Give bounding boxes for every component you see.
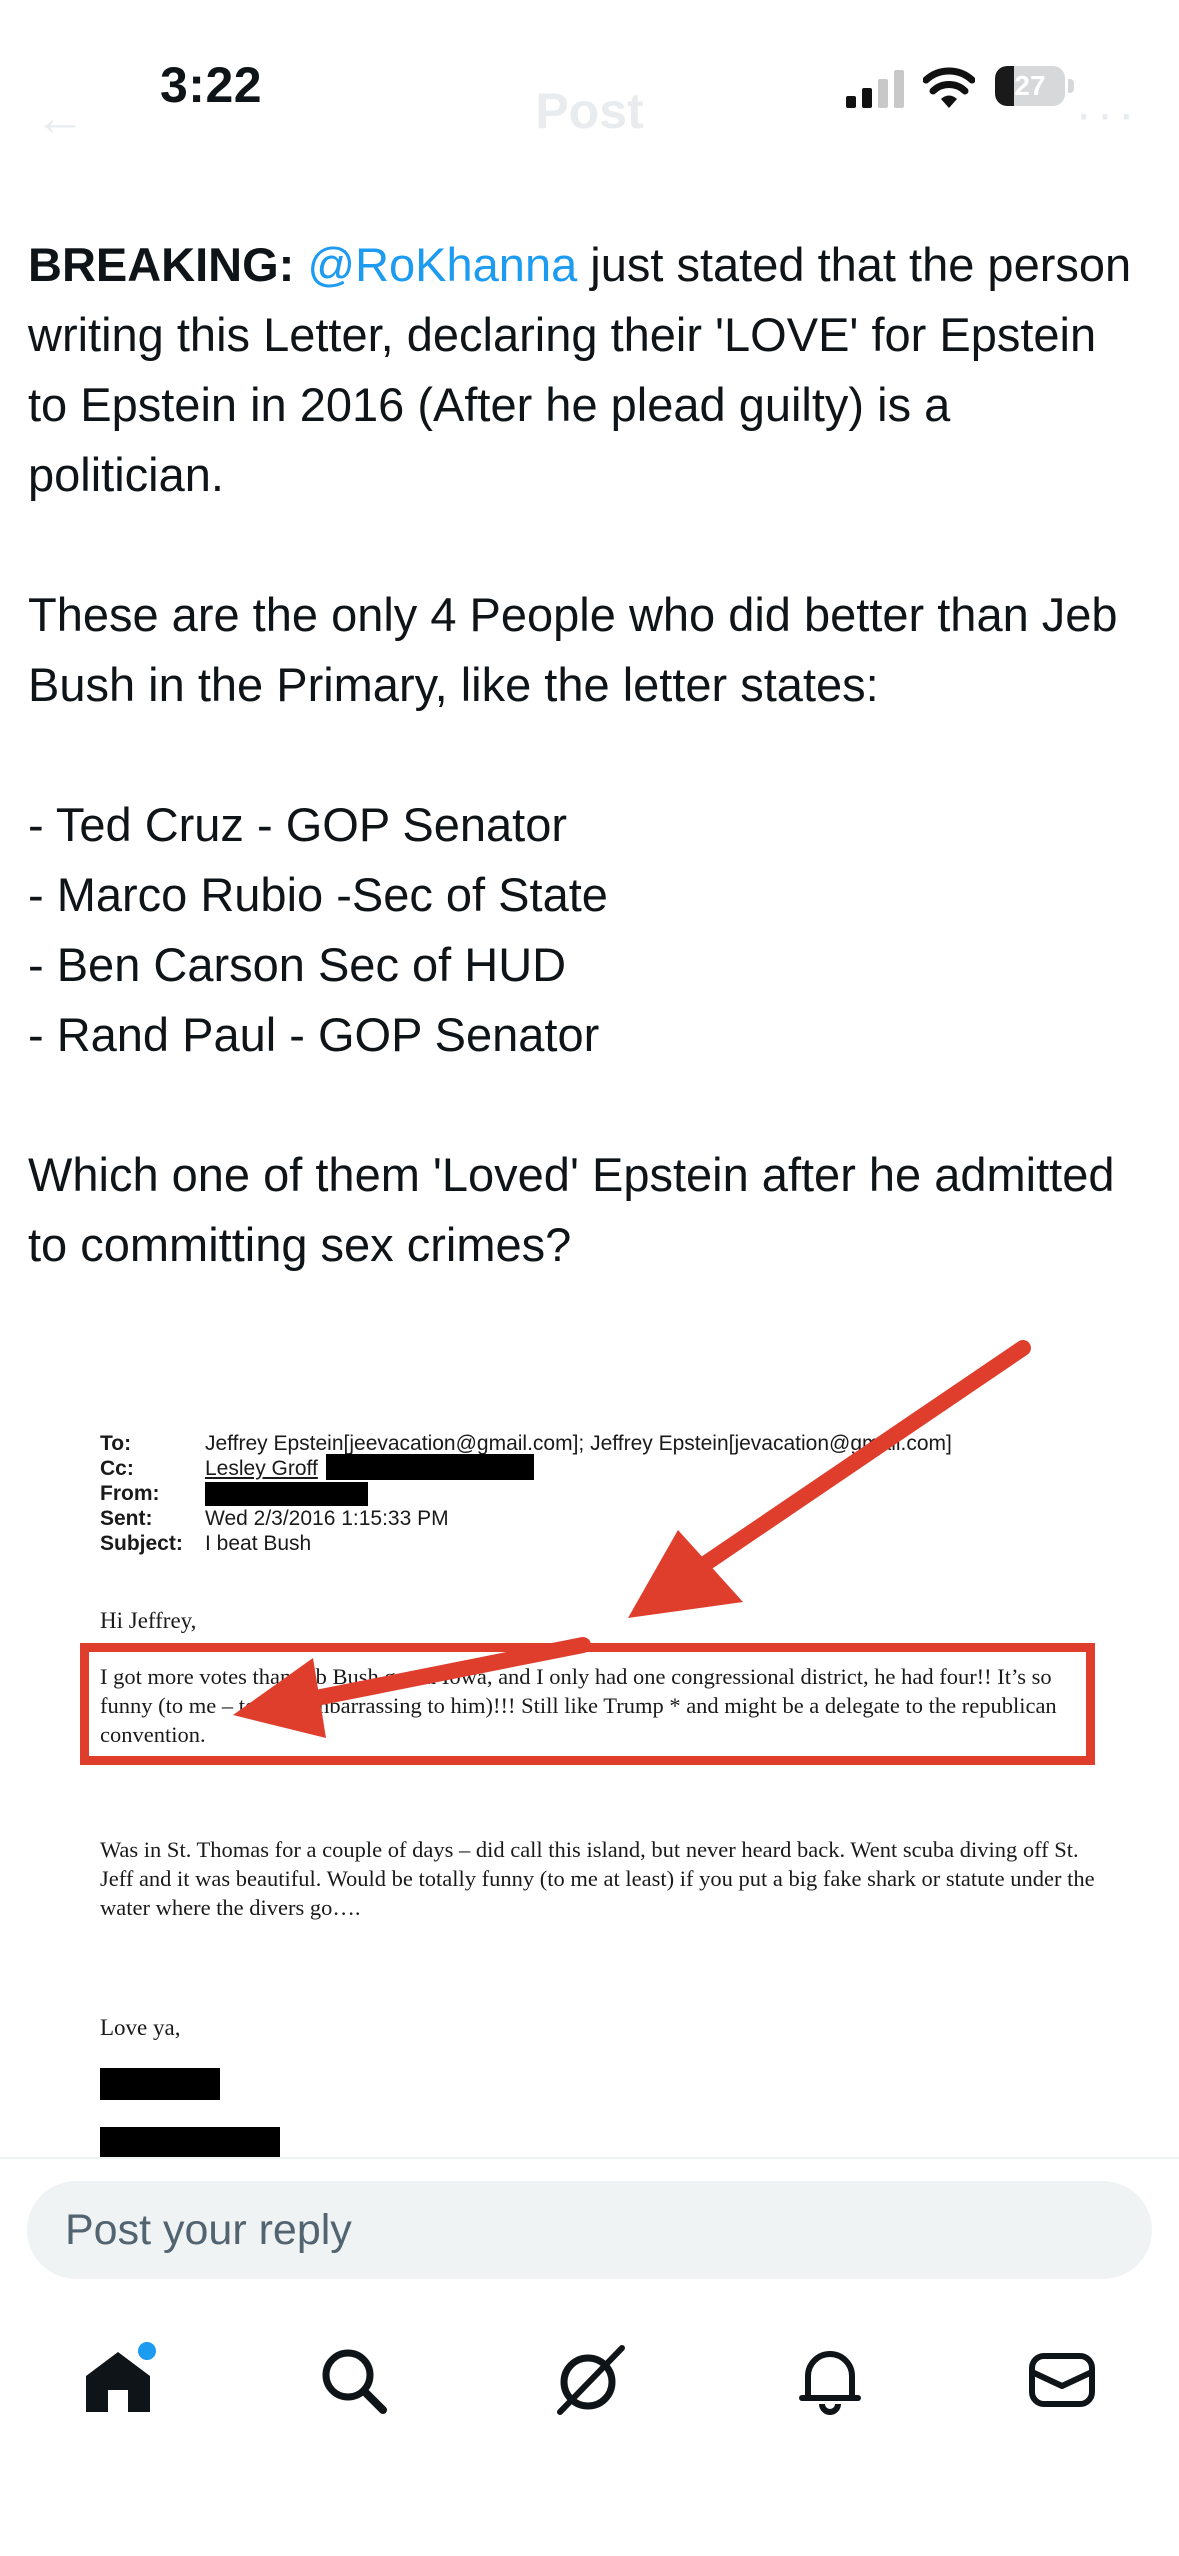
tweet-lead: BREAKING: xyxy=(28,238,295,291)
annotation-arrows xyxy=(233,1340,1031,1738)
reply-input[interactable] xyxy=(27,2181,1152,2279)
battery-level: 27 xyxy=(1014,70,1046,101)
tab-home[interactable] xyxy=(78,2340,158,2420)
search-icon xyxy=(322,2349,387,2414)
tab-search[interactable] xyxy=(313,2340,393,2420)
tab-grok[interactable] xyxy=(550,2340,630,2420)
list-item: - Rand Paul - GOP Senator xyxy=(28,1008,600,1061)
status-time: 3:22 xyxy=(160,57,263,113)
wifi-icon xyxy=(923,67,975,108)
tweet-text: BREAKING: @RoKhanna just stated that the… xyxy=(28,230,1148,1280)
bell-icon xyxy=(799,2351,861,2415)
bottom-tab-bar xyxy=(0,2300,1179,2460)
list-item: - Ben Carson Sec of HUD xyxy=(28,938,567,991)
cellular-signal-icon xyxy=(846,70,904,108)
tweet-paragraph-3: Which one of them 'Loved' Epstein after … xyxy=(28,1148,1115,1271)
mail-icon xyxy=(1029,2353,1095,2407)
tab-notifications[interactable] xyxy=(790,2340,870,2420)
list-item: - Ted Cruz - GOP Senator xyxy=(28,798,567,851)
tweet-media-image[interactable]: To: Jeffrey Epstein[jeevacation@gmail.co… xyxy=(28,1340,1153,2160)
tweet-paragraph-1: BREAKING: @RoKhanna just stated that the… xyxy=(28,230,1148,510)
grok-icon xyxy=(557,2345,625,2415)
battery-icon: 27 xyxy=(995,66,1077,108)
tweet-paragraph-2: These are the only 4 People who did bett… xyxy=(28,588,1118,711)
arrow-head xyxy=(233,1658,326,1738)
list-item: - Marco Rubio -Sec of State xyxy=(28,868,608,921)
email-document: To: Jeffrey Epstein[jeevacation@gmail.co… xyxy=(28,1340,1153,2160)
mention-link[interactable]: @RoKhanna xyxy=(307,238,577,291)
home-badge-dot xyxy=(138,2342,156,2360)
status-bar: 3:22 27 xyxy=(0,0,1179,150)
tab-messages[interactable] xyxy=(1022,2340,1102,2420)
reply-bar xyxy=(0,2157,1179,2299)
